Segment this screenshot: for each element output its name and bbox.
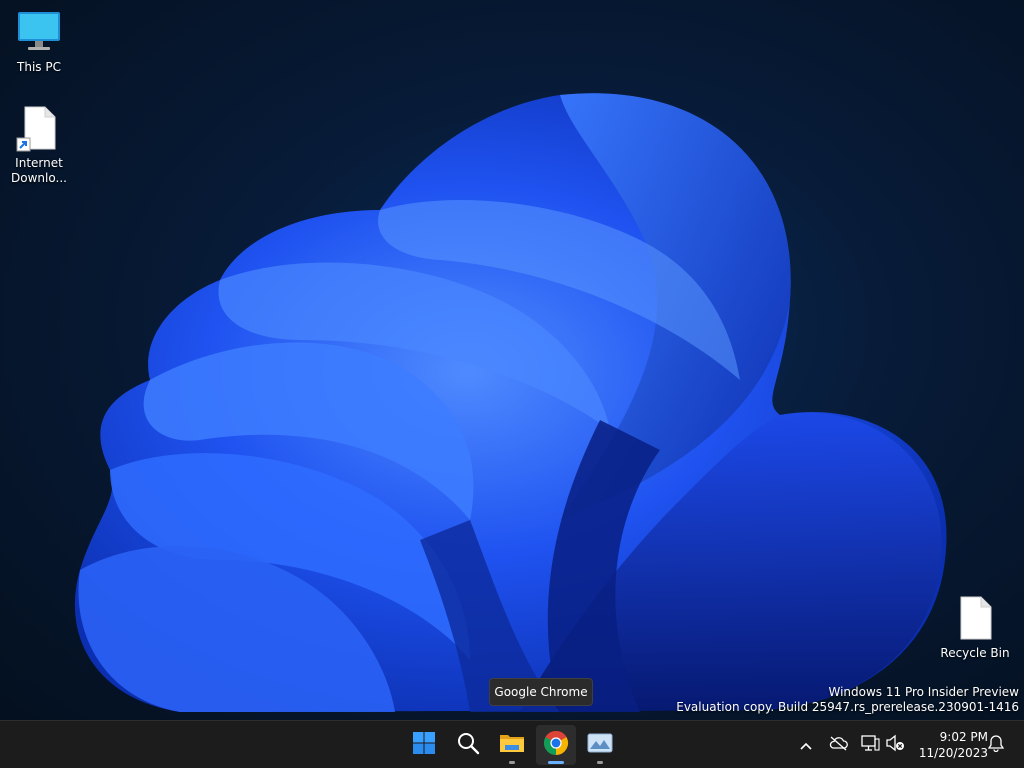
running-indicator (597, 761, 603, 764)
volume-tray-button[interactable] (881, 731, 909, 759)
file-shortcut-icon (15, 104, 63, 152)
folder-icon (499, 731, 525, 759)
active-indicator (548, 761, 564, 764)
desktop[interactable]: This PC Internet Downlo... Recycle Bin W… (0, 0, 1024, 720)
chevron-up-icon (799, 736, 813, 755)
taskbar: 9:02 PM 11/20/2023 (0, 720, 1024, 768)
windows-logo-icon (412, 731, 436, 759)
chrome-button[interactable] (536, 725, 576, 765)
clock-date: 11/20/2023 (918, 746, 988, 760)
desktop-icon-internet-download[interactable]: Internet Downlo... (1, 104, 77, 186)
file-explorer-button[interactable] (492, 725, 532, 765)
wallpaper-bloom (74, 93, 947, 713)
onedrive-icon (828, 735, 848, 755)
search-icon (456, 731, 480, 759)
clock-time: 9:02 PM (939, 730, 988, 744)
desktop-icon-recycle-bin[interactable]: Recycle Bin (937, 594, 1013, 661)
volume-muted-icon (885, 734, 905, 756)
show-hidden-icons-button[interactable] (792, 731, 820, 759)
chrome-icon (543, 730, 569, 760)
search-button[interactable] (448, 725, 488, 765)
onedrive-tray-button[interactable] (824, 731, 852, 759)
start-button[interactable] (404, 725, 444, 765)
photos-icon (587, 732, 613, 758)
photos-button[interactable] (580, 725, 620, 765)
desktop-icon-label: Internet Downlo... (11, 156, 67, 185)
notification-bell-icon (987, 734, 1005, 756)
taskbar-tooltip: Google Chrome (489, 678, 593, 706)
monitor-icon (15, 8, 63, 56)
network-tray-button[interactable] (856, 731, 884, 759)
file-icon (951, 594, 999, 642)
watermark-line-build: Evaluation copy. Build 25947.rs_prerelea… (676, 700, 1019, 714)
evaluation-watermark: Windows 11 Pro Insider Preview Evaluatio… (676, 685, 1019, 715)
running-indicator (509, 761, 515, 764)
network-icon (860, 734, 880, 756)
watermark-line-edition: Windows 11 Pro Insider Preview (828, 685, 1019, 699)
notifications-button[interactable] (982, 731, 1010, 759)
desktop-icon-label: Recycle Bin (940, 646, 1010, 660)
desktop-icon-this-pc[interactable]: This PC (1, 8, 77, 75)
system-clock[interactable]: 9:02 PM 11/20/2023 (912, 729, 988, 761)
desktop-icon-label: This PC (17, 60, 61, 74)
